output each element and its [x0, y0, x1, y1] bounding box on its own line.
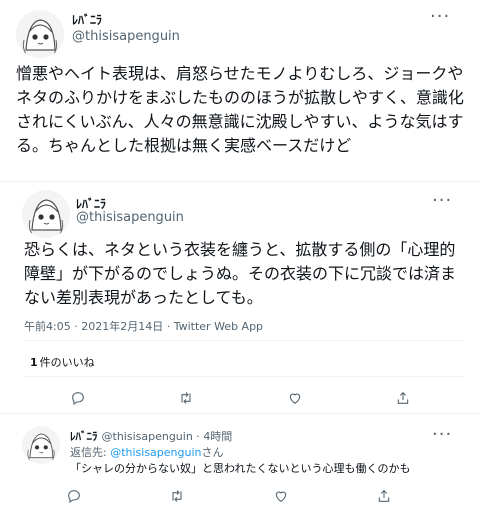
reply-time[interactable]: 4時間 — [203, 430, 232, 443]
share-icon[interactable] — [374, 486, 394, 505]
more-options-icon[interactable]: ··· — [430, 8, 450, 26]
tweet-date[interactable]: 2021年2月14日 — [81, 320, 163, 333]
divider — [24, 376, 464, 377]
tweet-parent[interactable]: ﾚﾊﾞﾆﾗ @thisisapenguin ··· 憎悪やヘイト表現は、肩怒らせ… — [0, 0, 480, 182]
tweet-metadata: 午前4:05 · 2021年2月14日 · Twitter Web App — [24, 318, 263, 334]
action-bar — [68, 388, 413, 408]
retweet-icon[interactable] — [167, 486, 187, 505]
reply-icon[interactable] — [68, 388, 88, 408]
display-name[interactable]: ﾚﾊﾞﾆﾗ — [70, 430, 98, 443]
reply-to-link[interactable]: @thisisapenguin — [110, 446, 201, 459]
reply-tweet[interactable]: ﾚﾊﾞﾆﾗ @thisisapenguin · 4時間 ··· 返信先: @thi… — [0, 414, 480, 505]
user-handle[interactable]: @thisisapenguin — [76, 210, 184, 225]
likes-number: 1 — [30, 356, 38, 369]
reply-header: ﾚﾊﾞﾆﾗ @thisisapenguin · 4時間 — [70, 428, 232, 444]
tweet-time[interactable]: 午前4:05 — [24, 320, 71, 333]
meta-separator: · — [163, 320, 174, 333]
retweet-icon[interactable] — [176, 388, 196, 408]
like-icon[interactable] — [271, 486, 291, 505]
tweet-text: 恐らくは、ネタという衣装を纏うと、拡散する側の「心理的障壁」が下がるのでしょうぬ… — [24, 240, 457, 307]
display-name[interactable]: ﾚﾊﾞﾆﾗ — [72, 11, 102, 28]
likes-count[interactable]: 1 件のいいね — [30, 354, 95, 370]
tweet-text: 「シャレの分からない奴」と思われたくないという心理も働くのかも — [70, 462, 411, 475]
reply-icon[interactable] — [64, 486, 84, 505]
more-options-icon[interactable]: ··· — [432, 426, 452, 444]
avatar[interactable] — [22, 426, 60, 464]
user-handle[interactable]: @thisisapenguin — [102, 430, 193, 443]
tweet-text: 憎悪やヘイト表現は、肩怒らせたモノよりむしろ、ジョークやネタのふりかけをまぶした… — [16, 64, 464, 155]
like-icon[interactable] — [285, 388, 305, 408]
more-options-icon[interactable]: ··· — [432, 192, 452, 210]
user-handle[interactable]: @thisisapenguin — [72, 29, 180, 44]
reply-suffix: さん — [201, 446, 224, 459]
tweet-source[interactable]: Twitter Web App — [174, 320, 263, 333]
avatar[interactable] — [16, 10, 64, 58]
action-bar — [64, 486, 394, 505]
share-icon[interactable] — [393, 388, 413, 408]
avatar[interactable] — [22, 190, 70, 238]
likes-label: 件のいいね — [39, 356, 95, 369]
replying-to: 返信先: @thisisapenguinさん — [70, 444, 224, 460]
meta-separator: · — [70, 320, 82, 333]
tweet-focused: ﾚﾊﾞﾆﾗ @thisisapenguin ··· 恐らくは、ネタという衣装を纏… — [0, 182, 480, 414]
divider — [24, 340, 464, 341]
reply-prefix: 返信先: — [70, 446, 111, 459]
time-separator: · — [192, 430, 204, 443]
